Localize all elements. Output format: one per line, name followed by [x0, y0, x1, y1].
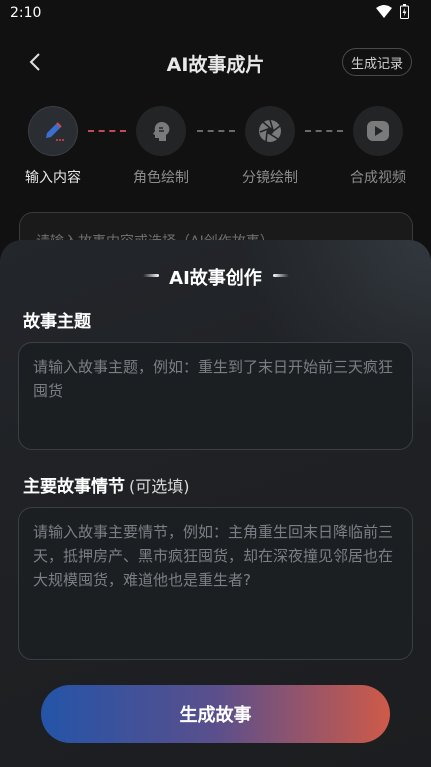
title-decoration [273, 274, 289, 277]
step-label: 角色绘制 [133, 170, 189, 186]
aperture-icon [259, 119, 281, 143]
nav-bar: AI故事成片 生成记录 [0, 44, 431, 80]
history-button[interactable]: 生成记录 [341, 48, 412, 76]
step-compose-video[interactable]: 合成视频 [338, 106, 418, 187]
step-storyboard-drawing[interactable]: 分镜绘制 [230, 106, 310, 187]
status-time: 2:10 [10, 5, 42, 21]
head-profile-icon [153, 122, 170, 141]
step-label: 输入内容 [25, 170, 81, 186]
step-input-content[interactable]: 输入内容 [13, 106, 93, 187]
back-button[interactable] [22, 49, 48, 75]
sheet-title: AI故事创作 [169, 268, 262, 289]
battery-icon [400, 3, 409, 23]
step-label: 合成视频 [350, 170, 406, 186]
step-label: 分镜绘制 [242, 170, 298, 186]
status-bar: 2:10 [0, 0, 431, 26]
optional-tag: (可选填) [129, 477, 190, 496]
theme-textarea[interactable]: 请输入故事主题，例如：重生到了末日开始前三天疯狂囤货 [18, 342, 413, 450]
pencil-icon [46, 122, 64, 141]
step-progress: 输入内容 角色绘制 分镜绘制 合成视频 [0, 106, 431, 186]
theme-label: 故事主题 [23, 312, 91, 332]
wifi-icon [376, 4, 392, 22]
plot-textarea[interactable]: 请输入故事主要情节，例如：主角重生回末日降临前三天，抵押房产、黑市疯狂囤货，却在… [18, 507, 413, 660]
chevron-left-icon [29, 53, 40, 71]
generate-story-button[interactable]: 生成故事 [41, 685, 390, 743]
status-icons [376, 3, 409, 23]
plot-label: 主要故事情节 (可选填) [23, 472, 190, 497]
step-character-drawing[interactable]: 角色绘制 [121, 106, 201, 187]
plot-label-text: 主要故事情节 [23, 477, 125, 497]
play-icon [367, 121, 389, 141]
